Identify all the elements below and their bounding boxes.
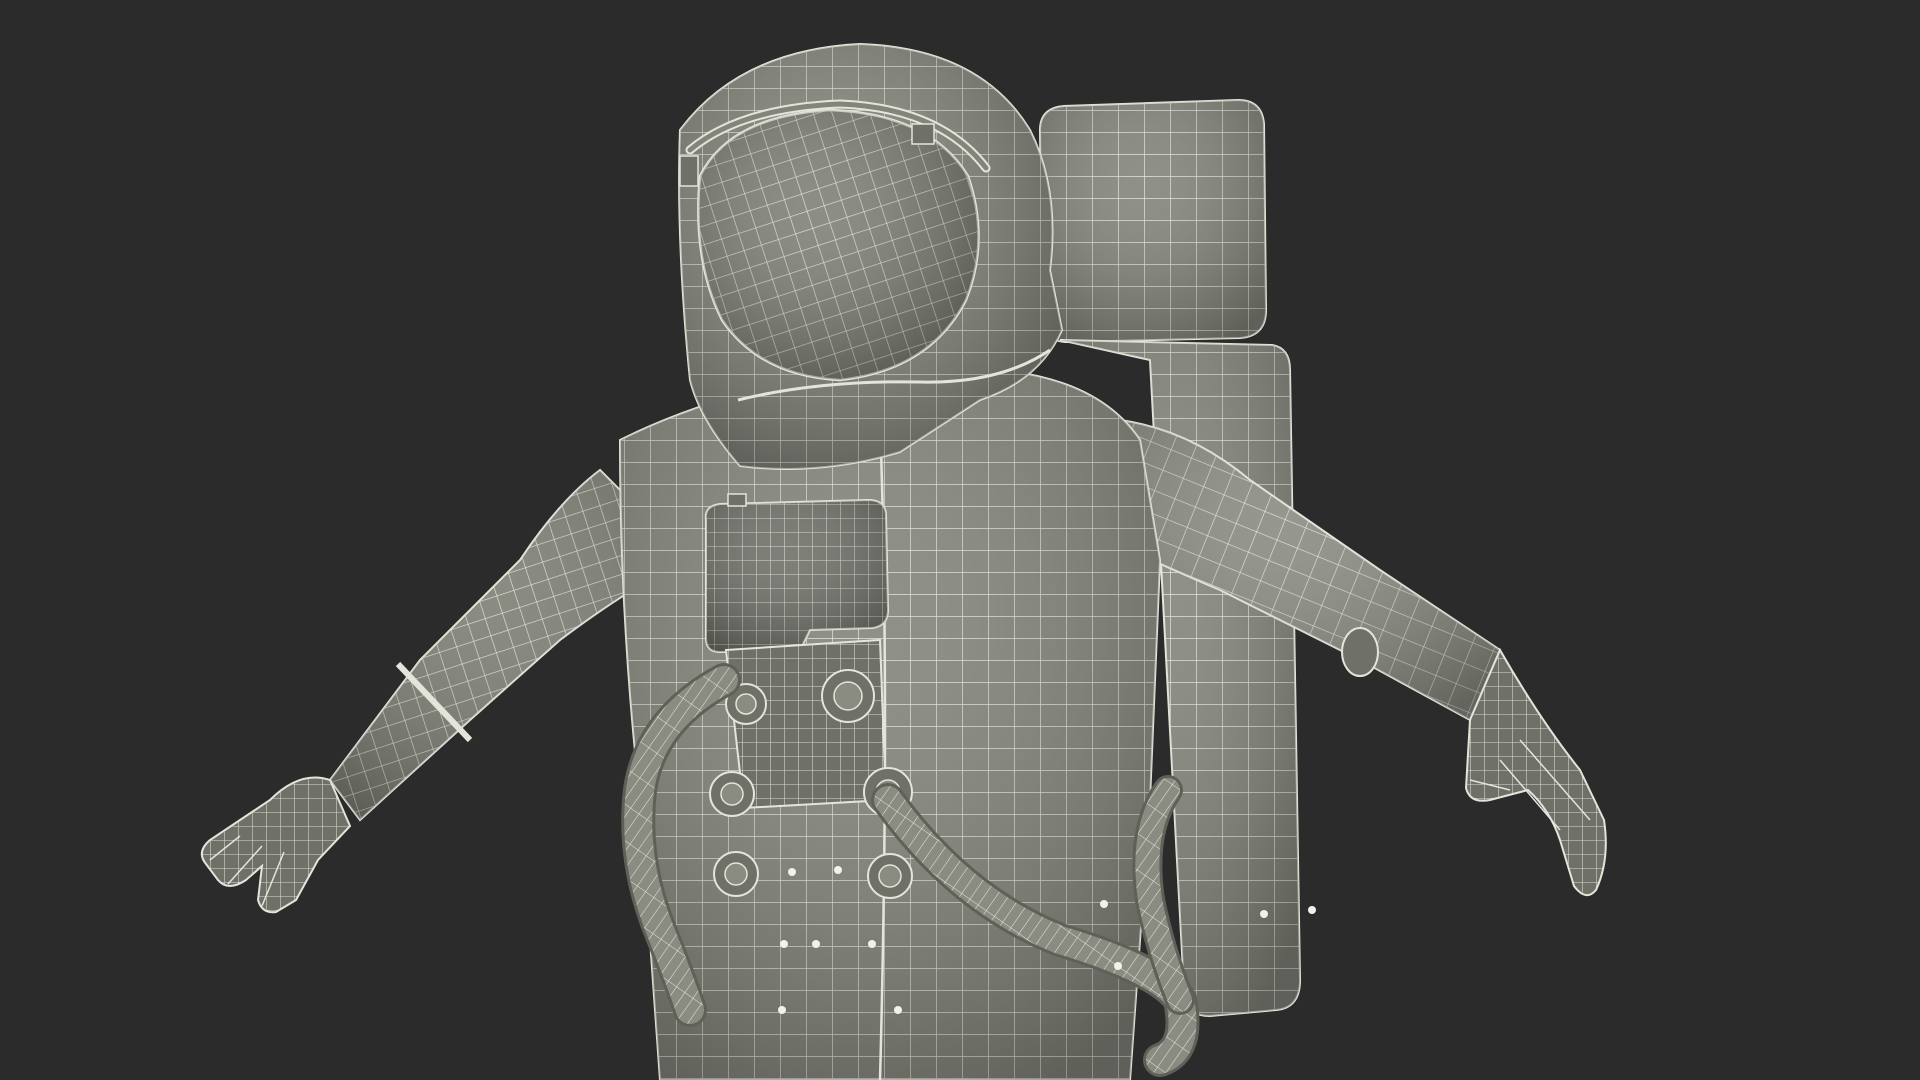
right-glove xyxy=(1464,647,1607,897)
viewport xyxy=(0,0,1920,1080)
chest-control-box xyxy=(704,493,890,654)
left-glove xyxy=(200,776,352,914)
astronaut-wireframe xyxy=(200,42,1607,1080)
torso xyxy=(618,368,1162,1080)
